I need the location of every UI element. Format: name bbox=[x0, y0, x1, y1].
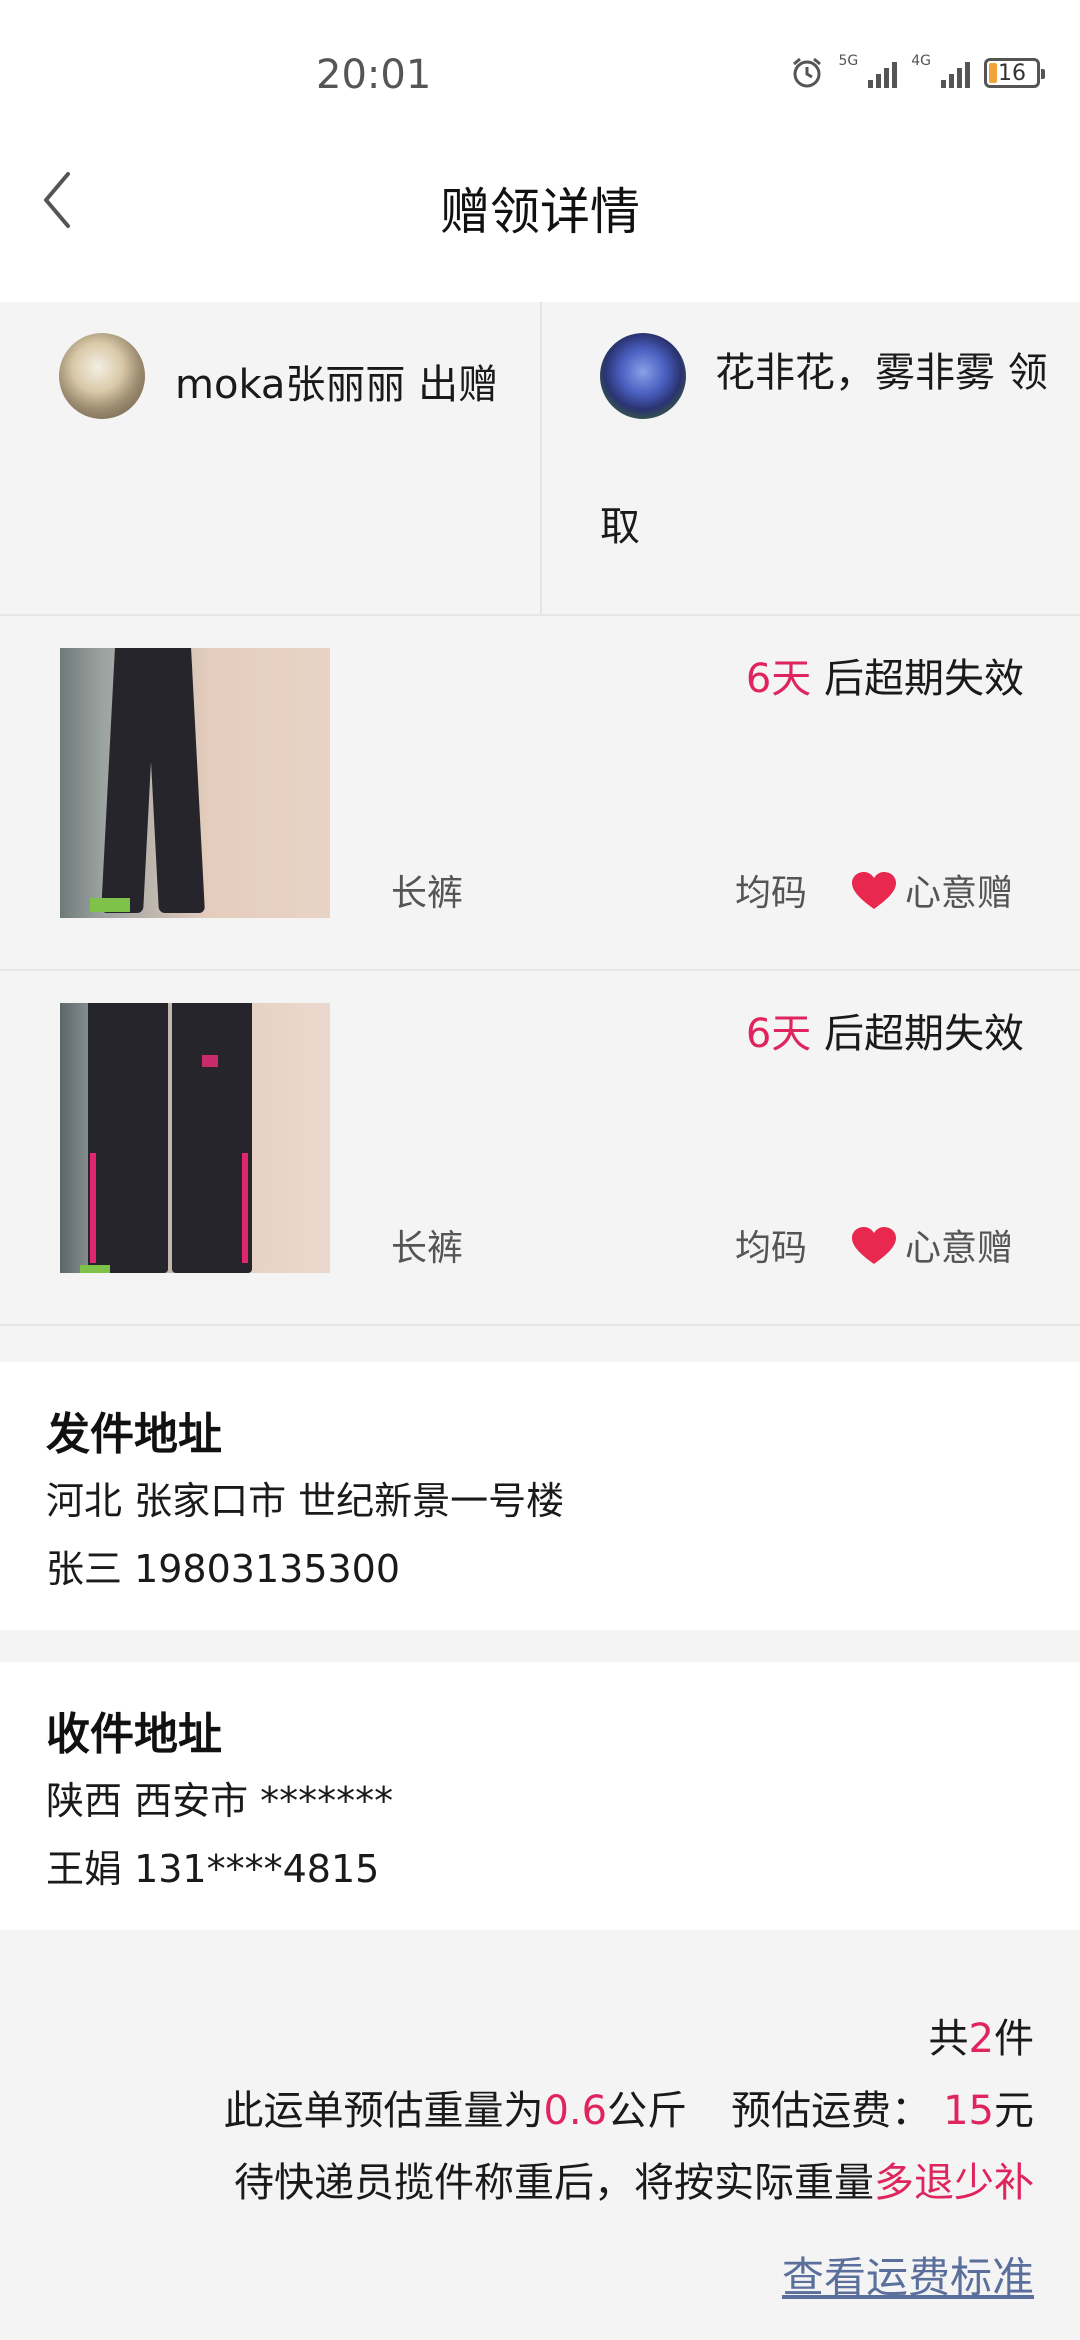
status-bar: 20:01 5G 4G 16 bbox=[0, 0, 1080, 150]
heart-icon bbox=[852, 872, 896, 909]
receiver-address-line: 陕西 西安市 ******* bbox=[46, 1779, 394, 1823]
item-name: 长裤 bbox=[391, 1228, 464, 1269]
item-count-value: 2 bbox=[968, 2016, 994, 2062]
status-icons: 5G 4G 16 bbox=[790, 53, 1045, 90]
receiver-address-card: 收件地址 陕西 西安市 ******* 王娟 131****4815 bbox=[0, 1662, 1080, 1930]
network-5g-label: 5G bbox=[838, 53, 859, 69]
item-size: 均码 bbox=[735, 873, 808, 914]
item-photo[interactable] bbox=[60, 648, 330, 918]
receiver-name: 花非花，雾非雾 领取 bbox=[600, 350, 1048, 550]
page-title: 赠领详情 bbox=[440, 183, 640, 241]
sender-address-line: 河北 张家口市 世纪新景一号楼 bbox=[46, 1479, 565, 1523]
fee-standard-link[interactable]: 查看运费标准 bbox=[782, 2244, 1034, 2305]
battery-icon: 16 bbox=[984, 58, 1045, 88]
item-photo[interactable] bbox=[60, 1003, 330, 1273]
receiver-address-title: 收件地址 bbox=[46, 1709, 222, 1760]
refund-note: 多退少补 bbox=[874, 2160, 1034, 2206]
receiver-contact: 王娟 131****4815 bbox=[46, 1847, 380, 1891]
item-count: 共2件 bbox=[928, 2016, 1034, 2062]
item-size: 均码 bbox=[735, 1228, 808, 1269]
gift-type: 心意赠 bbox=[905, 873, 1014, 914]
signal-5g-icon bbox=[868, 58, 898, 88]
sender-address-card: 发件地址 河北 张家口市 世纪新景一号楼 张三 19803135300 bbox=[0, 1362, 1080, 1630]
list-item[interactable]: 6天 后超期失效 长裤 均码 心意赠 bbox=[0, 616, 1080, 971]
sender-address-title: 发件地址 bbox=[46, 1409, 222, 1460]
fee-value: 15 bbox=[943, 2088, 994, 2134]
battery-level: 16 bbox=[998, 60, 1026, 86]
party-divider bbox=[540, 302, 542, 616]
status-time: 20:01 bbox=[316, 52, 432, 98]
expiry-text: 6天 后超期失效 bbox=[746, 646, 1024, 704]
weight-fee-line: 此运单预估重量为0.6公斤 预估运费： 15元 bbox=[223, 2088, 1034, 2134]
nav-bar: 赠领详情 bbox=[0, 150, 1080, 302]
item-name: 长裤 bbox=[391, 873, 464, 914]
parties-section: moka张丽丽 出赠 花非花，雾非雾 领取 bbox=[0, 302, 1080, 616]
heart-icon bbox=[852, 1227, 896, 1264]
weight-note: 待快递员揽件称重后，将按实际重量多退少补 bbox=[234, 2160, 1034, 2206]
expiry-suffix: 后超期失效 bbox=[811, 1011, 1024, 1057]
giver-name: moka张丽丽 出赠 bbox=[175, 362, 499, 408]
gift-type: 心意赠 bbox=[905, 1228, 1014, 1269]
sender-contact: 张三 19803135300 bbox=[46, 1547, 401, 1591]
expiry-days: 6天 bbox=[745, 1011, 812, 1057]
weight-value: 0.6 bbox=[543, 2088, 608, 2134]
giver-avatar[interactable] bbox=[59, 333, 145, 419]
network-4g-label: 4G bbox=[911, 53, 931, 69]
expiry-text: 6天 后超期失效 bbox=[746, 1001, 1024, 1059]
expiry-days: 6天 bbox=[745, 656, 812, 702]
expiry-suffix: 后超期失效 bbox=[811, 656, 1024, 702]
alarm-icon bbox=[793, 57, 822, 88]
signal-4g-icon bbox=[941, 58, 970, 88]
list-item[interactable]: 6天 后超期失效 长裤 均码 心意赠 bbox=[0, 971, 1080, 1326]
